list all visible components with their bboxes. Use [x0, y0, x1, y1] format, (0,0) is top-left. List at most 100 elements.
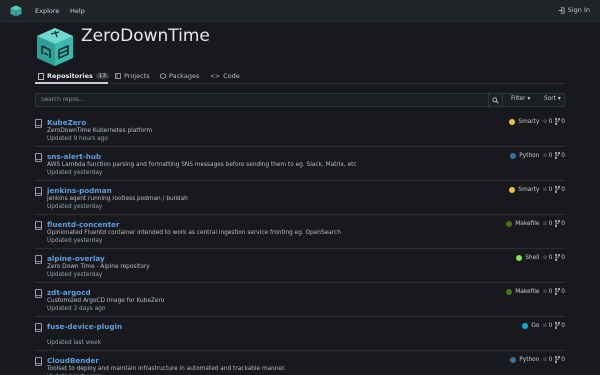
repo-updated: Updated 9 hours ago	[47, 136, 108, 142]
fork-icon	[555, 118, 561, 125]
repo-row: fluentd-concenter Opinionated Fluentd co…	[35, 215, 565, 249]
repo-stars[interactable]: ☆ 0	[542, 221, 552, 227]
repo-forks[interactable]: 0	[555, 356, 565, 363]
tab-code-label: Code	[223, 72, 240, 80]
repo-forks[interactable]: 0	[555, 322, 565, 329]
repo-meta: Go ☆ 0 0	[522, 322, 565, 329]
language-color-dot	[510, 152, 517, 159]
repo-icon	[35, 153, 42, 162]
fork-count: 0	[561, 220, 565, 227]
fork-count: 0	[561, 118, 565, 125]
repo-updated: Updated yesterday	[47, 272, 103, 278]
gitea-logo-icon[interactable]	[10, 5, 22, 17]
repo-meta: Python ☆ 0 0	[510, 152, 565, 159]
repo-meta: Shell ☆ 0 0	[516, 254, 565, 261]
repo-updated: Updated yesterday	[47, 170, 103, 176]
repo-stars[interactable]: ☆ 0	[542, 153, 552, 159]
search-icon	[492, 96, 499, 104]
tab-packages[interactable]: Packages	[160, 72, 199, 80]
repo-name-link[interactable]: zdt-argocd	[47, 288, 91, 297]
star-count: 0	[548, 322, 553, 329]
repo-name-link[interactable]: KubeZero	[47, 118, 86, 127]
repo-name-link[interactable]: fluentd-concenter	[47, 220, 119, 229]
nav-help-link[interactable]: Help	[70, 7, 85, 15]
star-icon: ☆	[542, 356, 548, 363]
star-count: 0	[548, 118, 553, 125]
repo-name-link[interactable]: jenkins-podman	[47, 186, 112, 195]
sort-dropdown[interactable]: Sort ▾	[544, 96, 561, 102]
language-color-dot	[509, 118, 516, 125]
star-count: 0	[548, 152, 553, 159]
top-navbar: Explore Help Sign In	[0, 0, 600, 22]
repo-name-link[interactable]: fuse-device-plugin	[47, 322, 122, 331]
repo-forks[interactable]: 0	[555, 288, 565, 295]
tab-repositories[interactable]: Repositories 13	[38, 72, 109, 80]
star-icon: ☆	[542, 220, 548, 227]
tab-projects[interactable]: Projects	[115, 72, 150, 80]
repo-description: Jenkins agent running rootless podman / …	[47, 196, 188, 202]
repo-language: Makefile	[515, 288, 540, 295]
repo-forks[interactable]: 0	[555, 152, 565, 159]
star-count: 0	[548, 356, 553, 363]
repo-icon	[38, 72, 44, 80]
repo-stars[interactable]: ☆ 0	[542, 119, 552, 125]
repo-icon	[35, 289, 42, 298]
repo-row: fuse-device-plugin Updated last week Go …	[35, 317, 565, 351]
repo-icon	[35, 187, 42, 196]
repo-forks[interactable]: 0	[555, 118, 565, 125]
fork-icon	[555, 356, 561, 363]
search-button[interactable]	[488, 94, 503, 106]
repo-updated: Updated yesterday	[47, 238, 103, 244]
active-tab-indicator	[35, 82, 108, 84]
repo-forks[interactable]: 0	[555, 254, 565, 261]
tab-code[interactable]: <> Code	[210, 72, 240, 80]
repo-stars[interactable]: ☆ 0	[542, 323, 552, 329]
repo-language: Go	[531, 322, 540, 329]
signin-button[interactable]: Sign In	[558, 6, 590, 14]
repo-search-bar: Filter ▾ Sort ▾	[35, 93, 565, 107]
star-count: 0	[548, 254, 553, 261]
repo-icon	[35, 221, 42, 230]
star-count: 0	[548, 186, 553, 193]
chevron-down-icon: ▾	[527, 96, 531, 102]
fork-count: 0	[561, 254, 565, 261]
repo-meta: Smarty ☆ 0 0	[509, 186, 565, 193]
repo-language: Makefile	[515, 220, 540, 227]
repo-description: Toolset to deploy and maintain infrastru…	[47, 366, 286, 372]
repo-name-link[interactable]: sns-alert-hub	[47, 152, 101, 161]
repo-language: Smarty	[518, 186, 540, 193]
repo-icon	[35, 357, 42, 366]
signin-icon	[558, 7, 565, 13]
repo-icon	[35, 323, 42, 332]
repo-stars[interactable]: ☆ 0	[542, 357, 552, 363]
repo-updated: Updated last week	[47, 340, 102, 346]
repo-name-link[interactable]: alpine-overlay	[47, 254, 105, 263]
repo-stars[interactable]: ☆ 0	[542, 289, 552, 295]
star-icon: ☆	[542, 118, 548, 125]
repo-stars[interactable]: ☆ 0	[542, 255, 552, 261]
org-header: ZeroDownTime	[35, 26, 565, 70]
repo-forks[interactable]: 0	[555, 186, 565, 193]
repo-forks[interactable]: 0	[555, 220, 565, 227]
language-color-dot	[506, 288, 513, 295]
repo-stars[interactable]: ☆ 0	[542, 187, 552, 193]
fork-icon	[555, 152, 561, 159]
tab-projects-label: Projects	[124, 72, 150, 80]
tab-repositories-label: Repositories	[47, 72, 93, 80]
fork-icon	[555, 186, 561, 193]
language-color-dot	[506, 220, 513, 227]
star-icon: ☆	[542, 152, 548, 159]
filter-label: Filter	[511, 96, 526, 102]
repo-name-link[interactable]: CloudBender	[47, 356, 99, 365]
nav-explore-link[interactable]: Explore	[35, 7, 59, 15]
repo-description: Zero Down Time - Alpine repository	[47, 264, 150, 270]
tab-packages-label: Packages	[169, 72, 200, 80]
project-icon	[115, 73, 121, 79]
filter-dropdown[interactable]: Filter ▾	[511, 96, 530, 102]
signin-label: Sign In	[567, 6, 590, 14]
repo-icon	[35, 119, 42, 128]
search-input[interactable]	[36, 94, 488, 106]
repo-meta: Smarty ☆ 0 0	[509, 118, 565, 125]
star-icon: ☆	[542, 254, 548, 261]
fork-icon	[555, 288, 561, 295]
